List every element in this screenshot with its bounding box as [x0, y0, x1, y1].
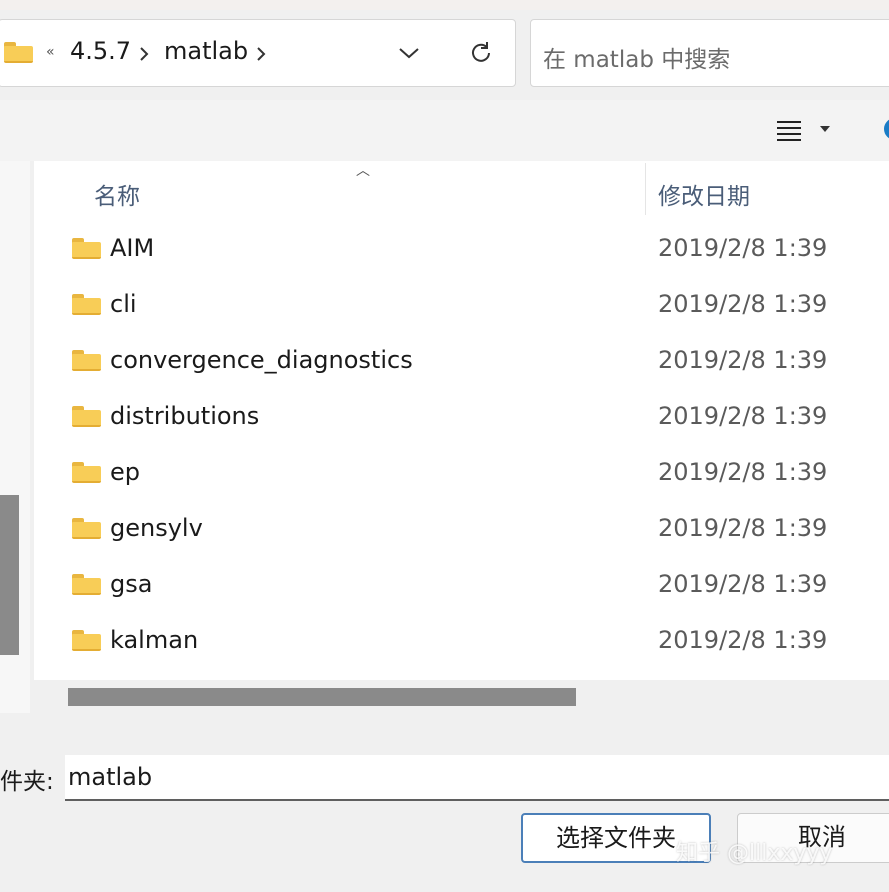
file-name: cli: [110, 290, 137, 318]
navigation-pane-scrollbar[interactable]: [0, 495, 19, 655]
folder-name-input[interactable]: [65, 755, 889, 801]
watermark: 知乎 @lllxxyyy: [676, 841, 833, 866]
file-date: 2019/2/8 1:39: [658, 346, 828, 374]
file-name: gensylv: [110, 514, 203, 542]
file-name: kalman: [110, 626, 199, 654]
help-icon[interactable]: [882, 117, 889, 141]
file-list-row[interactable]: convergence_diagnostics 2019/2/8 1:39: [34, 334, 889, 390]
file-date: 2019/2/8 1:39: [658, 290, 828, 318]
sort-ascending-icon: ︿: [356, 163, 370, 179]
breadcrumb-item[interactable]: 4.5.7: [70, 37, 131, 65]
file-list-row[interactable]: gensylv 2019/2/8 1:39: [34, 502, 889, 558]
folder-field-label: 件夹:: [0, 769, 54, 795]
file-name: ep: [110, 458, 140, 486]
file-date: 2019/2/8 1:39: [658, 234, 828, 262]
refresh-icon[interactable]: [468, 40, 494, 66]
file-date: 2019/2/8 1:39: [658, 402, 828, 430]
file-list-row[interactable]: gsa 2019/2/8 1:39: [34, 558, 889, 614]
file-date: 2019/2/8 1:39: [658, 458, 828, 486]
file-name: AIM: [110, 234, 155, 262]
file-list-row[interactable]: cli 2019/2/8 1:39: [34, 278, 889, 334]
breadcrumb-separator-icon[interactable]: [255, 45, 267, 63]
window-top-edge: [0, 0, 889, 10]
horizontal-scrollbar-thumb[interactable]: [68, 688, 576, 706]
file-date: 2019/2/8 1:39: [658, 626, 828, 654]
view-dropdown-icon[interactable]: [820, 126, 830, 132]
file-list-row[interactable]: kalman 2019/2/8 1:39: [34, 614, 889, 670]
command-bar: [0, 100, 889, 161]
column-divider[interactable]: [645, 163, 646, 215]
column-header-date-modified[interactable]: 修改日期: [658, 177, 750, 211]
breadcrumb-item[interactable]: matlab: [164, 37, 248, 65]
file-list-row[interactable]: AIM 2019/2/8 1:39: [34, 222, 889, 278]
column-header-name[interactable]: 名称: [94, 177, 140, 211]
file-name: convergence_diagnostics: [110, 346, 413, 374]
breadcrumb-overflow[interactable]: «: [46, 44, 55, 60]
chevron-down-icon[interactable]: [398, 46, 420, 60]
file-list-row[interactable]: ep 2019/2/8 1:39: [34, 446, 889, 502]
file-list-row[interactable]: distributions 2019/2/8 1:39: [34, 390, 889, 446]
file-date: 2019/2/8 1:39: [658, 570, 828, 598]
search-placeholder[interactable]: 在 matlab 中搜索: [543, 40, 730, 74]
breadcrumb-separator-icon[interactable]: [138, 45, 150, 63]
file-name: distributions: [110, 402, 260, 430]
list-view-icon[interactable]: [776, 119, 802, 141]
file-date: 2019/2/8 1:39: [658, 514, 828, 542]
file-name: gsa: [110, 570, 153, 598]
